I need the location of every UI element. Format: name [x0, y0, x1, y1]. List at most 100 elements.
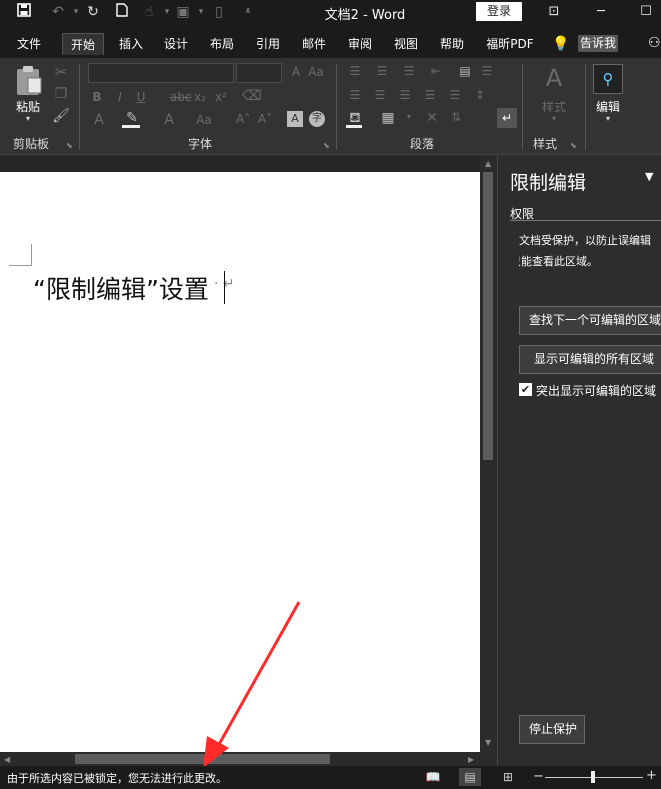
- undo-icon[interactable]: ↶: [48, 3, 68, 21]
- justify-icon[interactable]: ☰: [420, 88, 440, 102]
- scroll-up-icon[interactable]: ▲: [485, 159, 491, 168]
- font-color-icon[interactable]: A: [160, 112, 178, 128]
- borders-dropdown-icon[interactable]: ▾: [404, 112, 414, 121]
- zoom-slider-thumb[interactable]: [591, 771, 595, 783]
- bold-icon[interactable]: B: [90, 90, 104, 104]
- editing-dropdown-icon[interactable]: ▾: [606, 114, 610, 123]
- tab-view[interactable]: 视图: [386, 33, 426, 55]
- clear-formatting-icon[interactable]: ⌫: [242, 88, 262, 104]
- pane-options-icon[interactable]: ▼: [645, 170, 653, 183]
- change-case-icon[interactable]: Aa: [308, 65, 324, 79]
- pane-description-line: 只能查看此区域。: [519, 255, 598, 268]
- vertical-scroll-thumb[interactable]: [483, 172, 493, 460]
- zoom-in-icon[interactable]: +: [646, 768, 657, 783]
- highlight-icon[interactable]: ✎: [122, 110, 142, 126]
- line-spacing-icon[interactable]: ↕: [470, 88, 490, 102]
- pane-divider: [510, 220, 661, 221]
- scroll-left-icon[interactable]: ◀: [4, 755, 10, 764]
- underline-icon[interactable]: U: [134, 90, 148, 104]
- font-size-toggle-icon[interactable]: Aa: [192, 113, 216, 127]
- tab-home[interactable]: 开始: [62, 33, 104, 55]
- cut-icon[interactable]: ✂: [52, 63, 70, 81]
- tab-file[interactable]: 文件: [8, 33, 50, 55]
- print-preview-icon[interactable]: ▣: [173, 3, 193, 21]
- styles-launcher-icon[interactable]: ⬊: [570, 141, 577, 150]
- redo-icon[interactable]: ↻: [83, 3, 103, 21]
- clipboard-launcher-icon[interactable]: ⬊: [66, 141, 73, 150]
- login-button[interactable]: 登录: [476, 2, 522, 21]
- document-text[interactable]: “限制编辑”设置: [33, 270, 209, 306]
- align-center-icon[interactable]: ☰: [370, 88, 390, 102]
- increase-indent-icon[interactable]: ☰: [478, 64, 496, 78]
- customize-qat-icon[interactable]: ⩡: [238, 3, 258, 21]
- find-next-region-button[interactable]: 查找下一个可编辑的区域: [519, 306, 661, 335]
- page-icon[interactable]: ▯: [209, 3, 229, 21]
- asian-layout-icon[interactable]: ✕: [422, 110, 442, 126]
- editing-label[interactable]: 编辑: [596, 98, 620, 115]
- copy-icon[interactable]: ❐: [52, 86, 70, 102]
- align-left-icon[interactable]: ☰: [345, 88, 365, 102]
- web-layout-icon[interactable]: ⊞: [497, 768, 519, 786]
- multilevel-list-icon[interactable]: ☰: [399, 64, 419, 78]
- show-marks-icon[interactable]: ↵: [497, 108, 517, 128]
- tab-review[interactable]: 审阅: [340, 33, 380, 55]
- tab-references[interactable]: 引用: [248, 33, 288, 55]
- text-effects-icon[interactable]: A: [90, 112, 108, 128]
- save-icon[interactable]: [14, 3, 34, 21]
- tab-insert[interactable]: 插入: [111, 33, 151, 55]
- show-all-regions-button[interactable]: 显示可编辑的所有区域: [519, 345, 661, 374]
- styles-dropdown-icon[interactable]: ▾: [549, 114, 559, 123]
- zoom-out-icon[interactable]: −: [533, 769, 544, 784]
- grow-size-icon[interactable]: A˄: [236, 112, 250, 126]
- scroll-right-icon[interactable]: ▶: [468, 755, 474, 764]
- format-painter-icon[interactable]: 🖌: [52, 108, 70, 124]
- group-divider: [336, 64, 337, 150]
- italic-icon[interactable]: I: [113, 90, 127, 104]
- distribute-icon[interactable]: ☰: [445, 88, 465, 102]
- chinese-layout-icon[interactable]: ▤: [456, 64, 474, 78]
- styles-icon[interactable]: A: [540, 64, 568, 92]
- read-mode-icon[interactable]: 📖: [422, 768, 444, 786]
- find-icon[interactable]: ⚲: [593, 64, 623, 94]
- new-doc-icon[interactable]: [112, 3, 132, 21]
- grow-font-icon[interactable]: A: [288, 65, 304, 79]
- highlight-regions-checkbox[interactable]: ✔: [519, 383, 532, 396]
- paste-icon[interactable]: [14, 64, 44, 96]
- paste-dropdown-icon[interactable]: ▾: [26, 114, 30, 123]
- superscript-icon[interactable]: x²: [213, 90, 229, 104]
- font-name-combo[interactable]: [88, 63, 234, 83]
- tab-foxit-pdf[interactable]: 福昕PDF: [478, 33, 542, 55]
- touch-mode-icon[interactable]: ☝: [139, 3, 159, 21]
- group-font-label: 字体: [187, 137, 212, 151]
- decrease-indent-icon[interactable]: ⇤: [426, 64, 446, 78]
- char-border-icon[interactable]: A: [287, 111, 303, 127]
- shading-color-bar: [346, 125, 362, 128]
- bullets-icon[interactable]: ☰: [345, 64, 365, 78]
- ribbon-display-icon[interactable]: ⊡: [542, 2, 566, 22]
- print-dropdown-icon[interactable]: ▾: [191, 3, 211, 21]
- tab-mailings[interactable]: 邮件: [294, 33, 334, 55]
- subscript-icon[interactable]: x₂: [192, 90, 208, 104]
- enclose-char-icon[interactable]: 字: [309, 111, 325, 127]
- strikethrough-icon[interactable]: abc: [170, 90, 192, 104]
- numbering-icon[interactable]: ☰: [372, 64, 392, 78]
- user-icon[interactable]: ⚇: [648, 35, 661, 51]
- tab-layout[interactable]: 布局: [202, 33, 242, 55]
- align-right-icon[interactable]: ☰: [395, 88, 415, 102]
- borders-icon[interactable]: ▦: [378, 110, 398, 126]
- maximize-icon[interactable]: ☐: [634, 2, 658, 22]
- scroll-down-icon[interactable]: ▼: [485, 738, 491, 747]
- shrink-size-icon[interactable]: A˅: [258, 112, 272, 126]
- styles-button-label[interactable]: 样式: [538, 98, 570, 115]
- font-size-combo[interactable]: [236, 63, 282, 83]
- paste-label[interactable]: 粘贴: [16, 98, 40, 115]
- tell-me-box[interactable]: 告诉我: [578, 35, 619, 52]
- font-launcher-icon[interactable]: ⬊: [323, 141, 330, 150]
- minimize-icon[interactable]: ─: [589, 2, 613, 22]
- print-layout-icon[interactable]: ▤: [459, 768, 481, 786]
- stop-protection-button[interactable]: 停止保护: [519, 715, 585, 744]
- group-paragraph-label: 段落: [409, 137, 434, 151]
- sort-icon[interactable]: ⇅: [446, 110, 466, 124]
- tab-design[interactable]: 设计: [156, 33, 196, 55]
- tab-help[interactable]: 帮助: [432, 33, 472, 55]
